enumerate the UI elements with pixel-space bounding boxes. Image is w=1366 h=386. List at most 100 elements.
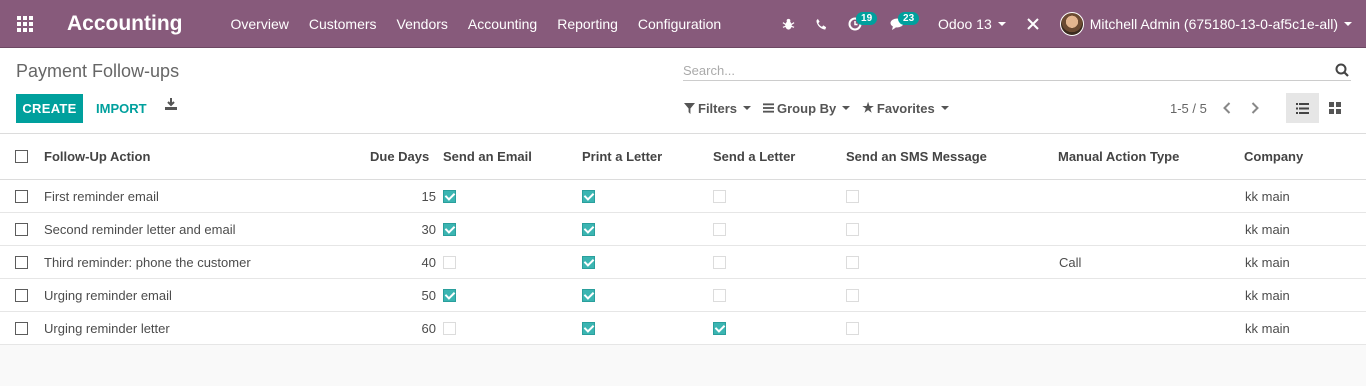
checkbox[interactable] [713,189,726,203]
send-letter-cell[interactable] [713,180,726,212]
due-days-cell[interactable]: 40 [370,246,436,278]
checkbox[interactable] [15,288,28,302]
checkbox[interactable] [15,255,28,269]
send-letter-cell[interactable] [713,246,726,278]
checkbox[interactable] [15,150,28,163]
checkbox[interactable] [713,288,726,302]
groupby-dropdown[interactable]: Group By [763,100,851,116]
due-days-cell[interactable]: 60 [370,312,436,344]
send-letter-cell[interactable] [713,279,726,311]
due-days-cell[interactable]: 15 [370,180,436,212]
favorites-dropdown[interactable]: ★ Favorites [862,100,949,116]
send-email-cell[interactable] [443,180,456,212]
checkbox[interactable] [443,288,456,302]
checkbox[interactable] [846,189,859,203]
menu-customers[interactable]: Customers [309,16,377,32]
app-title[interactable]: Accounting [67,12,183,36]
column-header-due-days[interactable]: Due Days [370,134,429,179]
row-select-cell[interactable] [15,213,28,245]
send-sms-cell[interactable] [846,312,859,344]
import-button[interactable]: IMPORT [86,94,157,123]
manual-action-cell[interactable]: Call [1059,246,1081,278]
send-sms-cell[interactable] [846,246,859,278]
user-menu[interactable]: Mitchell Admin (675180-13-0-af5c1e-all) [1050,0,1366,48]
menu-accounting[interactable]: Accounting [468,16,537,32]
print-letter-cell[interactable] [582,180,595,212]
due-days-cell[interactable]: 30 [370,213,436,245]
column-header-manual-action[interactable]: Manual Action Type [1058,134,1179,179]
send-letter-cell[interactable] [713,312,726,344]
send-sms-cell[interactable] [846,279,859,311]
messages-button[interactable]: 23 [880,0,928,48]
checkbox[interactable] [582,189,595,203]
row-select-cell[interactable] [15,180,28,212]
search-icon[interactable] [1335,63,1349,77]
activities-button[interactable]: 19 [838,0,880,48]
settings-tools-button[interactable] [1016,0,1050,48]
checkbox[interactable] [443,321,456,335]
checkbox[interactable] [443,189,456,203]
company-cell[interactable]: kk main [1245,180,1290,212]
debug-button[interactable] [772,0,805,48]
pager-next-button[interactable] [1246,99,1264,117]
search-input[interactable] [683,60,1303,80]
column-header-send-sms[interactable]: Send an SMS Message [846,134,987,179]
column-header-send-email[interactable]: Send an Email [443,134,532,179]
action-cell[interactable]: Urging reminder letter [44,312,170,344]
table-row[interactable]: Third reminder: phone the customer 40 Ca… [0,246,1366,279]
action-cell[interactable]: Third reminder: phone the customer [44,246,251,278]
company-cell[interactable]: kk main [1245,312,1290,344]
table-row[interactable]: Urging reminder letter 60 kk main [0,312,1366,345]
checkbox[interactable] [582,321,595,335]
select-all-checkbox[interactable] [15,134,28,179]
download-button[interactable] [164,97,184,117]
checkbox[interactable] [582,255,595,269]
table-row[interactable]: Urging reminder email 50 kk main [0,279,1366,312]
row-select-cell[interactable] [15,246,28,278]
table-row[interactable]: First reminder email 15 kk main [0,180,1366,213]
checkbox[interactable] [582,288,595,302]
checkbox[interactable] [713,255,726,269]
create-button[interactable]: CREATE [16,94,83,123]
checkbox[interactable] [846,288,859,302]
phone-button[interactable] [805,0,838,48]
send-letter-cell[interactable] [713,213,726,245]
checkbox[interactable] [443,255,456,269]
checkbox[interactable] [713,222,726,236]
send-email-cell[interactable] [443,312,456,344]
send-email-cell[interactable] [443,279,456,311]
send-email-cell[interactable] [443,213,456,245]
list-view-button[interactable] [1286,93,1319,123]
print-letter-cell[interactable] [582,246,595,278]
column-header-send-letter[interactable]: Send a Letter [713,134,795,179]
menu-reporting[interactable]: Reporting [557,16,618,32]
database-switcher[interactable]: Odoo 13 [928,0,1016,48]
action-cell[interactable]: Second reminder letter and email [44,213,236,245]
company-cell[interactable]: kk main [1245,279,1290,311]
send-sms-cell[interactable] [846,213,859,245]
pager-previous-button[interactable] [1218,99,1236,117]
apps-menu-button[interactable] [0,0,50,48]
send-email-cell[interactable] [443,246,456,278]
checkbox[interactable] [846,255,859,269]
checkbox[interactable] [713,321,726,335]
row-select-cell[interactable] [15,279,28,311]
table-row[interactable]: Second reminder letter and email 30 kk m… [0,213,1366,246]
action-cell[interactable]: Urging reminder email [44,279,172,311]
menu-overview[interactable]: Overview [231,16,289,32]
checkbox[interactable] [846,222,859,236]
column-header-company[interactable]: Company [1244,134,1303,179]
row-select-cell[interactable] [15,312,28,344]
print-letter-cell[interactable] [582,213,595,245]
checkbox[interactable] [15,189,28,203]
print-letter-cell[interactable] [582,279,595,311]
pager-value[interactable]: 1-5 / 5 [1170,101,1207,116]
action-cell[interactable]: First reminder email [44,180,159,212]
column-header-print-letter[interactable]: Print a Letter [582,134,662,179]
due-days-cell[interactable]: 50 [370,279,436,311]
checkbox[interactable] [443,222,456,236]
print-letter-cell[interactable] [582,312,595,344]
menu-configuration[interactable]: Configuration [638,16,721,32]
kanban-view-button[interactable] [1320,93,1350,123]
checkbox[interactable] [846,321,859,335]
